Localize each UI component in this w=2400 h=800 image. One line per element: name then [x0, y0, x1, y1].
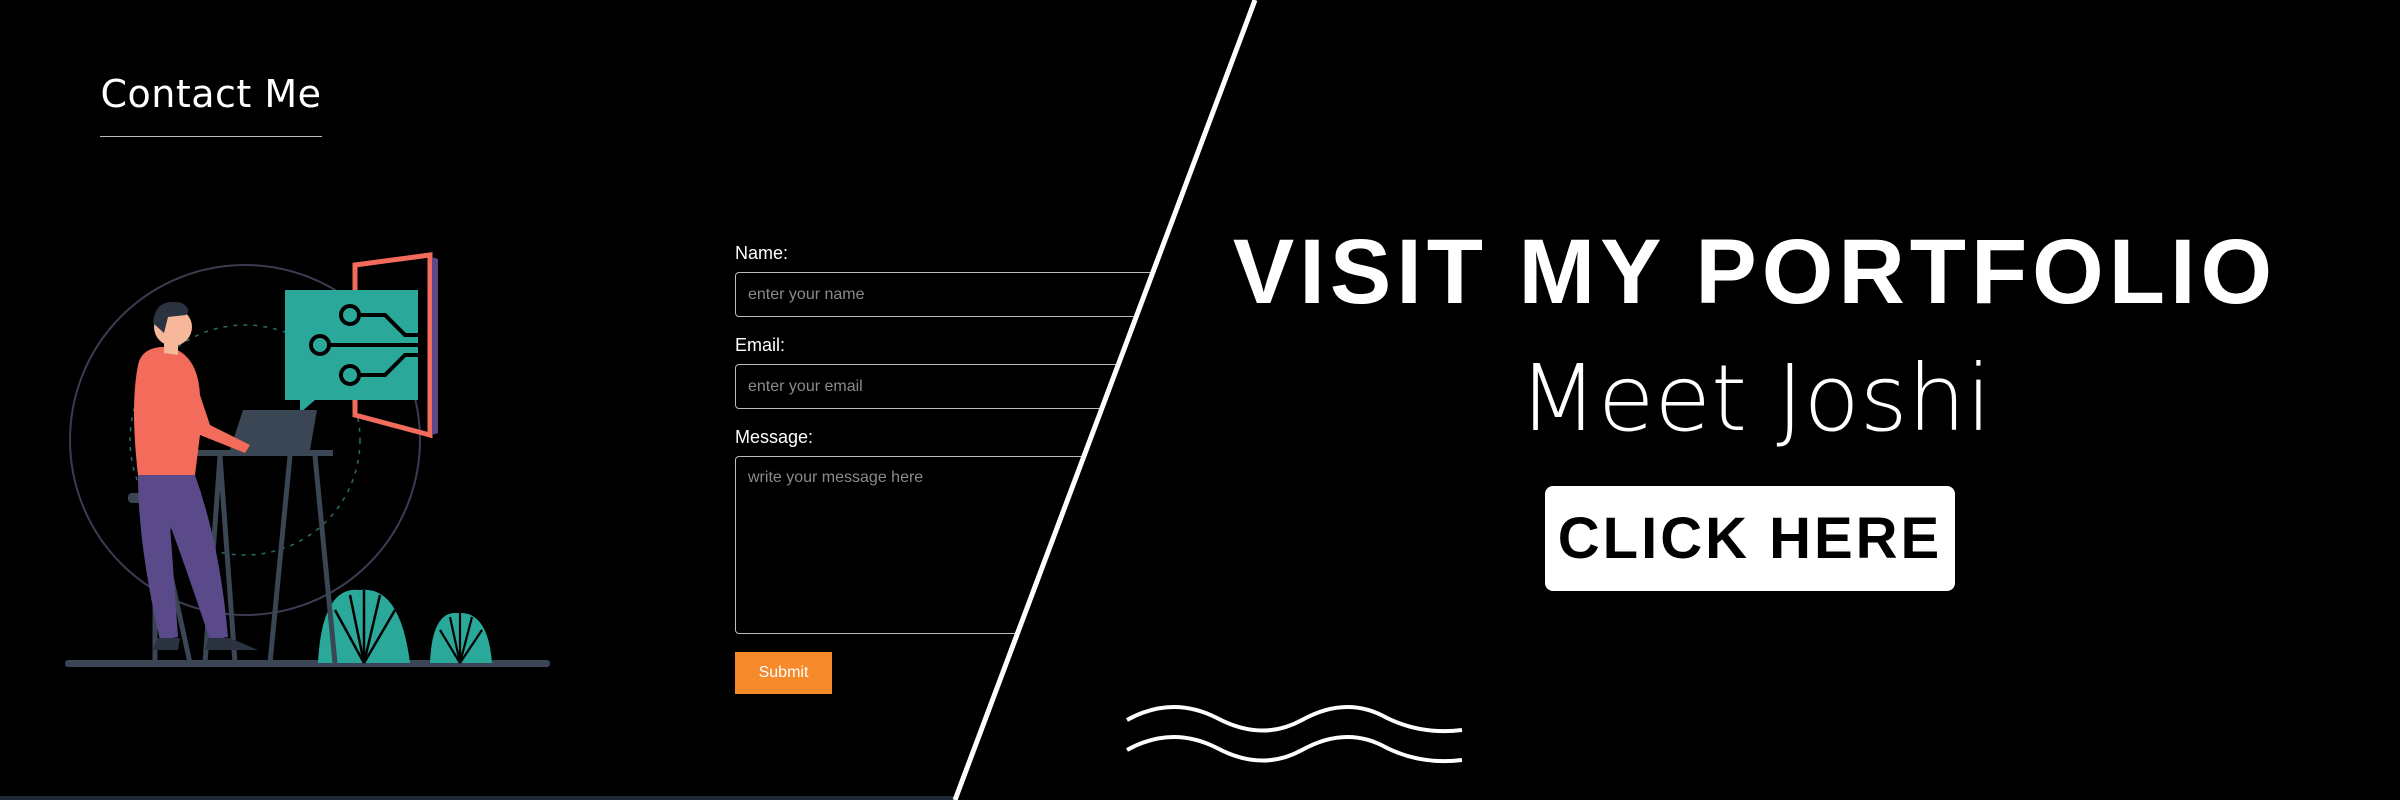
contact-heading: Contact Me — [100, 72, 322, 137]
message-label: Message: — [735, 427, 814, 447]
name-input[interactable] — [735, 272, 1195, 317]
person-at-computer-illustration — [65, 252, 550, 667]
submit-button[interactable]: Submit — [735, 652, 832, 694]
contact-section: Contact Me Name: enter your name Email: … — [0, 0, 1195, 800]
message-textarea[interactable] — [735, 456, 1195, 634]
click-here-button[interactable]: CLICK HERE — [1545, 486, 1955, 591]
email-input[interactable] — [735, 364, 1195, 409]
portfolio-section: VISIT MY PORTFOLIO Meet Joshi CLICK HERE — [1180, 0, 2400, 800]
portfolio-title: VISIT MY PORTFOLIO — [1232, 221, 2278, 323]
email-label: Email: — [735, 335, 786, 355]
name-label: Name: — [735, 243, 789, 263]
contact-form: Name: Email: Message: Submit — [735, 243, 1195, 694]
wave-decoration-icon — [1126, 705, 1463, 764]
bottom-bar — [0, 796, 955, 800]
meet-name-subtitle: Meet Joshi — [1518, 345, 1992, 452]
